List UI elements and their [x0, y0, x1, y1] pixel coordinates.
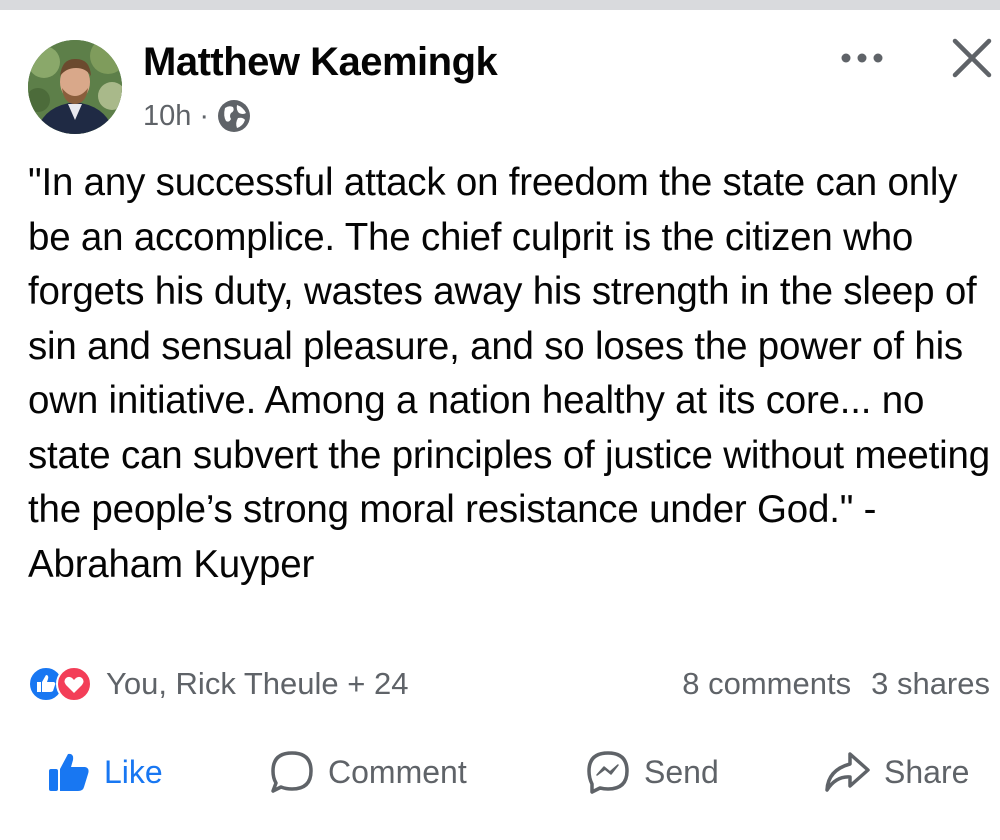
comments-count[interactable]: 8 comments [682, 666, 851, 702]
post-time[interactable]: 10h [143, 100, 191, 133]
close-icon[interactable] [950, 36, 994, 80]
love-reaction-icon [56, 666, 92, 702]
comment-label: Comment [328, 753, 467, 790]
share-arrow-icon [825, 752, 870, 792]
share-button[interactable]: Share [822, 742, 969, 802]
comment-bubble-icon [271, 751, 313, 793]
post-text: "In any successful attack on freedom the… [28, 161, 990, 586]
send-label: Send [644, 753, 719, 790]
meta-separator: · [199, 99, 210, 132]
author-name[interactable]: Matthew Kaemingk [143, 40, 498, 85]
globe-icon[interactable] [217, 99, 251, 133]
ellipsis-icon[interactable] [836, 38, 888, 78]
top-divider [0, 0, 1000, 10]
comment-button[interactable]: Comment [268, 742, 467, 802]
reactors-text[interactable]: You, Rick Theule + 24 [106, 666, 408, 702]
like-button[interactable]: Like [46, 742, 163, 802]
send-button[interactable]: Send [584, 742, 719, 802]
shares-count[interactable]: 3 shares [871, 666, 990, 702]
thumbs-up-icon [49, 753, 89, 791]
avatar[interactable] [28, 40, 122, 134]
engagement-counts: 8 comments 3 shares [682, 664, 990, 704]
avatar-photo [28, 40, 122, 134]
post-actions: Like Comment Send Share [0, 742, 1000, 802]
like-label: Like [104, 753, 163, 790]
share-label: Share [884, 753, 970, 790]
messenger-icon [587, 751, 629, 794]
reaction-summary[interactable]: You, Rick Theule + 24 [28, 664, 408, 704]
post-meta: 10h · [143, 96, 251, 136]
